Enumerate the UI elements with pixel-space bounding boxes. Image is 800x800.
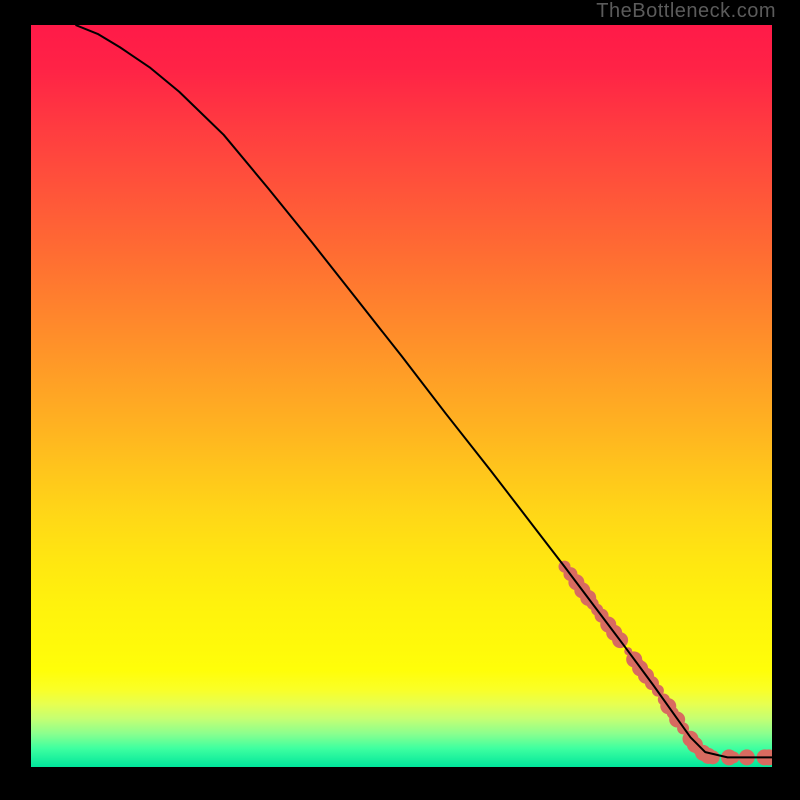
figure-canvas: TheBottleneck.com (0, 0, 800, 800)
plot-area (31, 25, 772, 767)
chart-svg (31, 25, 772, 767)
gradient-background (31, 25, 772, 767)
watermark-text: TheBottleneck.com (596, 0, 776, 23)
